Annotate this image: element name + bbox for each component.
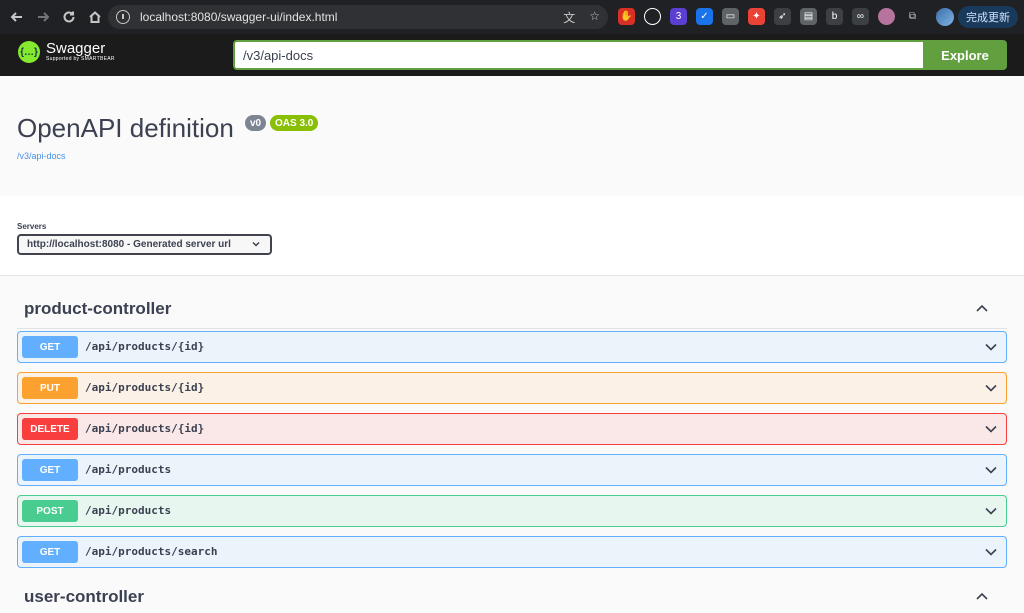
operation-path: /api/products [85, 463, 172, 476]
extension-avatar-icon[interactable] [878, 8, 895, 25]
chevron-down-icon [985, 548, 997, 556]
servers-selected: http://localhost:8080 - Generated server… [27, 239, 231, 250]
address-bar[interactable]: localhost:8080/swagger-ui/index.html 文 ☆ [108, 5, 608, 29]
logo-sub: Supported by SMARTBEAR [46, 56, 115, 62]
extension-circle-icon[interactable] [644, 8, 661, 25]
servers-section: Servers http://localhost:8080 - Generate… [0, 196, 1024, 276]
chevron-down-icon [985, 425, 997, 433]
address-url: localhost:8080/swagger-ui/index.html [140, 10, 338, 24]
swagger-topbar: {…} Swagger Supported by SMARTBEAR Explo… [0, 34, 1024, 76]
tag-title: product-controller [24, 299, 172, 318]
page-title: OpenAPI definition [17, 113, 234, 143]
translate-icon[interactable]: 文 [563, 9, 575, 26]
method-badge: GET [22, 459, 78, 481]
profile-avatar[interactable] [936, 8, 954, 26]
operation-delete-product[interactable]: DELETE /api/products/{id} [17, 413, 1007, 445]
chevron-up-icon [976, 592, 988, 600]
reload-icon[interactable] [56, 4, 82, 30]
tag-user-controller[interactable]: user-controller [17, 575, 1007, 613]
forward-icon[interactable] [30, 4, 56, 30]
operation-put-product[interactable]: PUT /api/products/{id} [17, 372, 1007, 404]
method-badge: GET [22, 336, 78, 358]
servers-select[interactable]: http://localhost:8080 - Generated server… [17, 234, 272, 255]
method-badge: DELETE [22, 418, 78, 440]
extension-doc-icon[interactable]: ▤ [800, 8, 817, 25]
extension-b-icon[interactable]: b [826, 8, 843, 25]
operation-path: /api/products [85, 504, 172, 517]
home-icon[interactable] [82, 4, 108, 30]
logo-name: Swagger [46, 40, 106, 57]
operation-path: /api/products/{id} [85, 340, 205, 353]
operation-get-product-by-id[interactable]: GET /api/products/{id} [17, 331, 1007, 363]
oas-badge: OAS 3.0 [270, 115, 319, 131]
chevron-down-icon [252, 241, 260, 247]
api-docs-link[interactable]: /v3/api-docs [17, 151, 66, 161]
operation-path: /api/products/search [85, 545, 218, 558]
swagger-logo-icon: {…} [18, 41, 40, 63]
tag-title: user-controller [24, 587, 144, 606]
servers-label: Servers [17, 222, 47, 231]
extension-window-icon[interactable]: ▭ [722, 8, 739, 25]
operation-path: /api/products/{id} [85, 381, 205, 394]
method-badge: POST [22, 500, 78, 522]
explore-button[interactable]: Explore [923, 40, 1007, 70]
extensions-bar: ✋ 3 ✓ ▭ ✦ ➶ ▤ b ∞ ⧉ ▯ [618, 8, 947, 25]
extension-arrow-icon[interactable]: ➶ [774, 8, 791, 25]
chevron-up-icon [976, 304, 988, 312]
extension-adblock-icon[interactable]: ✋ [618, 8, 635, 25]
chevron-down-icon [985, 384, 997, 392]
method-badge: PUT [22, 377, 78, 399]
tag-product-controller[interactable]: product-controller [17, 287, 1007, 329]
site-info-icon[interactable] [116, 10, 130, 24]
operation-get-products[interactable]: GET /api/products [17, 454, 1007, 486]
operation-post-product[interactable]: POST /api/products [17, 495, 1007, 527]
chevron-down-icon [985, 507, 997, 515]
update-button[interactable]: 完成更新 [958, 6, 1018, 28]
extension-glasses-icon[interactable]: ∞ [852, 8, 869, 25]
chevron-down-icon [985, 466, 997, 474]
api-url-input[interactable] [233, 40, 923, 70]
operation-search-products[interactable]: GET /api/products/search [17, 536, 1007, 568]
browser-toolbar: localhost:8080/swagger-ui/index.html 文 ☆… [0, 0, 1024, 34]
extension-badge-icon[interactable]: 3 [670, 8, 687, 25]
back-icon[interactable] [4, 4, 30, 30]
method-badge: GET [22, 541, 78, 563]
api-info: OpenAPI definition v0 OAS 3.0 /v3/api-do… [0, 76, 1024, 196]
operation-path: /api/products/{id} [85, 422, 205, 435]
swagger-logo[interactable]: {…} Swagger Supported by SMARTBEAR [18, 41, 115, 63]
extension-check-icon[interactable]: ✓ [696, 8, 713, 25]
extension-flame-icon[interactable]: ✦ [748, 8, 765, 25]
chevron-down-icon [985, 343, 997, 351]
bookmark-star-icon[interactable]: ☆ [589, 9, 600, 26]
extensions-puzzle-icon[interactable]: ⧉ [904, 8, 921, 25]
version-badge: v0 [245, 115, 267, 131]
